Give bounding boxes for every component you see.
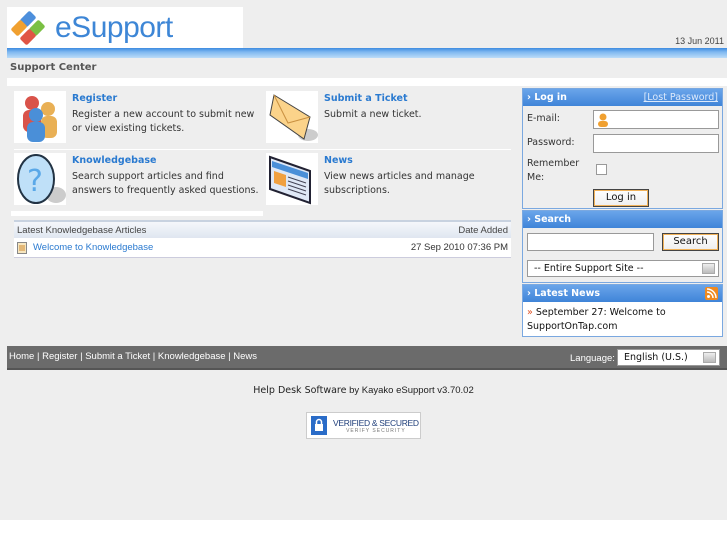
search-title: › Search	[527, 214, 572, 225]
remember-checkbox[interactable]	[596, 164, 607, 175]
credit: Help Desk Software by Kayako eSupport v3…	[0, 385, 727, 396]
logo-text: eSupport	[55, 10, 173, 44]
envelope-icon	[266, 91, 318, 143]
table-row: Welcome to Knowledgebase 27 Sep 2010 07:…	[14, 238, 511, 258]
credit-text: by Kayako eSupport v3.70.02	[346, 385, 474, 396]
lock-icon	[311, 416, 327, 435]
divider	[7, 78, 727, 86]
footer-link-register[interactable]: Register	[42, 351, 77, 362]
password-field[interactable]	[593, 134, 719, 153]
search-panel: › Search Search -- Entire Support Site -…	[522, 210, 723, 283]
newspaper-icon	[266, 153, 318, 205]
footer-link-news[interactable]: News	[233, 351, 257, 362]
chevron-down-icon	[702, 263, 715, 274]
document-icon	[17, 241, 27, 254]
logo[interactable]: eSupport	[7, 7, 243, 48]
register-description: Register a new account to submit new or …	[72, 109, 255, 134]
svg-text:?: ?	[27, 164, 43, 199]
footer-link-knowledgebase[interactable]: Knowledgebase	[158, 351, 226, 362]
footer-link-home[interactable]: Home	[9, 351, 34, 362]
article-date: 27 Sep 2010 07:36 PM	[410, 242, 508, 253]
tile-news: News View news articles and manage subsc…	[266, 153, 516, 211]
article-link[interactable]: Welcome to Knowledgebase	[33, 242, 153, 253]
news-title: › Latest News	[527, 288, 601, 299]
chevron-down-icon	[703, 352, 716, 363]
search-button[interactable]: Search	[662, 233, 719, 251]
news-link[interactable]: News	[324, 155, 353, 166]
login-button[interactable]: Log in	[593, 189, 649, 207]
kb-articles-table: Latest Knowledgebase Articles Date Added…	[14, 220, 511, 258]
password-label: Password:	[527, 137, 575, 148]
user-icon	[598, 113, 608, 127]
divider	[11, 211, 263, 216]
search-input[interactable]	[527, 233, 654, 251]
rss-icon[interactable]	[705, 287, 718, 300]
submit-ticket-link[interactable]: Submit a Ticket	[324, 93, 408, 104]
language-select[interactable]: English (U.S.)	[617, 349, 720, 366]
lost-password-link[interactable]: [Lost Password]	[644, 92, 718, 103]
submit-ticket-description: Submit a new ticket.	[324, 109, 422, 120]
badge-subtitle: VERIFY SECURITY	[346, 427, 406, 434]
register-link[interactable]: Register	[72, 93, 117, 104]
users-icon	[14, 91, 66, 143]
news-description: View news articles and manage subscripti…	[324, 171, 475, 196]
page: eSupport 13 Jun 2011 Support Center Regi…	[0, 0, 727, 520]
question-icon: ?	[14, 153, 66, 205]
footer-links: Home | Register | Submit a Ticket | Know…	[9, 351, 258, 362]
login-title: › Log in	[527, 92, 567, 103]
tile-submit-ticket: Submit a Ticket Submit a new ticket.	[266, 91, 516, 149]
column-title: Latest Knowledgebase Articles	[17, 224, 147, 236]
email-label: E-mail:	[527, 113, 560, 124]
divider	[14, 149, 511, 150]
badge-title: VERIFIED & SECURED	[333, 417, 419, 428]
email-field[interactable]	[593, 110, 719, 129]
footer-nav: Home | Register | Submit a Ticket | Know…	[7, 346, 727, 370]
current-date: 13 Jun 2011	[675, 36, 724, 46]
remember-label: Remember Me:	[527, 158, 580, 183]
language-label: Language:	[570, 353, 615, 364]
knowledgebase-description: Search support articles and find answers…	[72, 171, 259, 196]
news-item[interactable]: » September 27: Welcome to SupportOnTap.…	[523, 302, 722, 338]
logo-icon	[11, 10, 45, 45]
page-title: Support Center	[10, 62, 97, 73]
security-badge[interactable]: VERIFIED & SECURED VERIFY SECURITY	[306, 412, 421, 439]
login-panel: › Log in [Lost Password] E-mail: Password…	[522, 88, 723, 209]
column-date: Date Added	[458, 224, 508, 236]
footer-link-submit-ticket[interactable]: Submit a Ticket	[85, 351, 150, 362]
table-header: Latest Knowledgebase Articles Date Added	[14, 220, 511, 238]
tile-knowledgebase: ? Knowledgebase Search support articles …	[14, 153, 264, 211]
knowledgebase-link[interactable]: Knowledgebase	[72, 155, 156, 166]
search-scope-select[interactable]: -- Entire Support Site --	[527, 260, 719, 277]
news-panel: › Latest News » September 27: Welcome to…	[522, 284, 723, 337]
credit-link[interactable]: Help Desk Software	[253, 385, 346, 396]
header-bar	[7, 48, 727, 58]
tile-register: Register Register a new account to submi…	[14, 91, 264, 149]
